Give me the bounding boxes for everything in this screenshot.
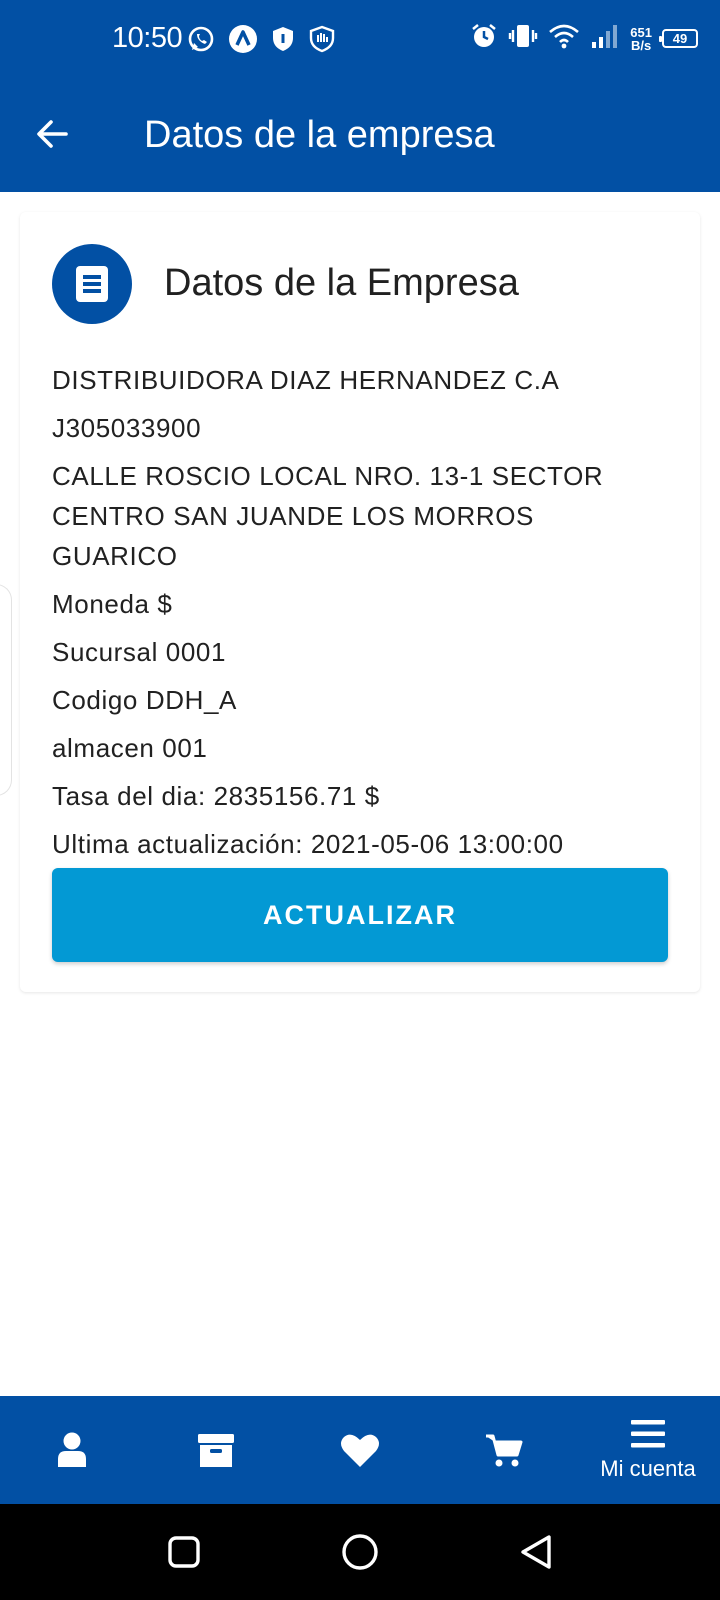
- card-title: Datos de la Empresa: [164, 262, 519, 304]
- recent-apps-button[interactable]: [160, 1528, 208, 1576]
- company-rif: J305033900: [52, 413, 202, 443]
- document-icon: [52, 244, 132, 324]
- hand-shield-icon: [308, 25, 336, 58]
- archive-icon: [198, 1434, 234, 1467]
- bottom-nav: Mi cuenta: [0, 1396, 720, 1504]
- square-icon: [168, 1536, 200, 1568]
- page-title: Datos de la empresa: [144, 114, 495, 156]
- company-warehouse: almacen 001: [52, 733, 208, 763]
- signal-icon: [590, 22, 620, 55]
- nav-item-profile[interactable]: [0, 1396, 144, 1504]
- status-bar: 10:50 651 B/s 49: [0, 0, 720, 82]
- cart-icon: [486, 1434, 523, 1467]
- heart-icon: [341, 1434, 379, 1467]
- triangle-back-icon: [521, 1535, 551, 1569]
- status-notification-icons: [186, 24, 336, 59]
- vibrate-icon: [508, 22, 538, 55]
- menu-icon: [631, 1420, 665, 1448]
- back-button[interactable]: [30, 112, 74, 156]
- alarm-icon: [470, 22, 498, 55]
- home-button[interactable]: [336, 1528, 384, 1576]
- back-nav-button[interactable]: [512, 1528, 560, 1576]
- circle-icon: [342, 1534, 378, 1570]
- nav-item-account[interactable]: Mi cuenta: [576, 1396, 720, 1504]
- company-address: CALLE ROSCIO LOCAL NRO. 13-1 SECTOR CENT…: [52, 461, 604, 571]
- nav-item-favorites[interactable]: [288, 1396, 432, 1504]
- company-card: Datos de la Empresa DISTRIBUIDORA DIAZ H…: [20, 212, 700, 992]
- side-drawer-handle[interactable]: [0, 584, 12, 796]
- exchange-rate: Tasa del dia: 2835156.71 $: [52, 781, 380, 811]
- company-info: DISTRIBUIDORA DIAZ HERNANDEZ C.A J305033…: [52, 360, 652, 872]
- status-time: 10:50: [112, 22, 183, 54]
- app-a-icon: [228, 24, 258, 59]
- nav-item-archive[interactable]: [144, 1396, 288, 1504]
- company-code: Codigo DDH_A: [52, 685, 237, 715]
- last-update: Ultima actualización: 2021-05-06 13:00:0…: [52, 829, 564, 859]
- network-speed-value: 651: [630, 24, 652, 40]
- network-speed: 651 B/s: [630, 26, 652, 52]
- user-icon: [58, 1432, 86, 1467]
- battery-level: 49: [672, 31, 688, 46]
- whatsapp-icon: [186, 24, 216, 59]
- company-name: DISTRIBUIDORA DIAZ HERNANDEZ C.A: [52, 365, 560, 395]
- company-branch: Sucursal 0001: [52, 637, 227, 667]
- nav-item-cart[interactable]: [432, 1396, 576, 1504]
- system-nav-bar: [0, 1504, 720, 1600]
- back-arrow-icon: [37, 120, 68, 148]
- wifi-icon: [548, 22, 580, 55]
- app-bar: Datos de la empresa: [0, 82, 720, 192]
- company-currency: Moneda $: [52, 589, 173, 619]
- network-speed-unit: B/s: [631, 37, 652, 53]
- status-system-icons: 651 B/s 49: [470, 22, 698, 55]
- update-button[interactable]: ACTUALIZAR: [52, 868, 668, 962]
- nav-label-account: Mi cuenta: [600, 1456, 696, 1481]
- battery-icon: 49: [659, 29, 698, 48]
- shield-icon: [270, 25, 296, 58]
